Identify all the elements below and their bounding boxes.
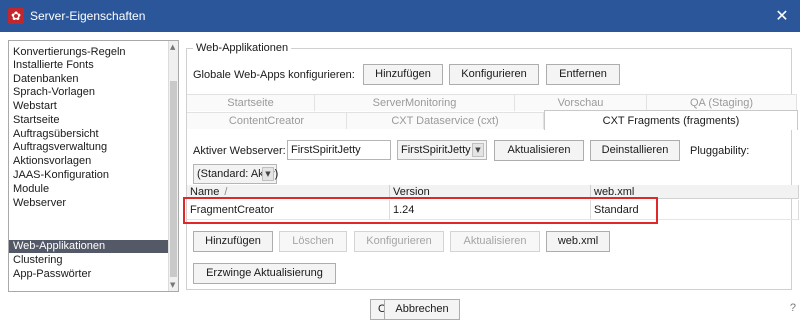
sidebar-item-web-applikationen[interactable]: Web-Applikationen — [9, 240, 169, 253]
active-webserver-field[interactable]: FirstSpiritJetty — [287, 140, 391, 160]
webxml-button[interactable]: web.xml — [546, 231, 610, 252]
scrollbar-thumb[interactable] — [170, 81, 177, 277]
delete-webapp-button[interactable]: Löschen — [279, 231, 347, 252]
webserver-select[interactable]: FirstSpiritJetty ▼ — [397, 140, 487, 160]
global-remove-button[interactable]: Entfernen — [546, 64, 620, 85]
sidebar-item-aktionsvorlagen[interactable]: Aktionsvorlagen — [9, 155, 169, 168]
chevron-down-icon[interactable]: ▼ — [262, 167, 274, 181]
tab-startseite[interactable]: Startseite — [187, 94, 315, 111]
group-legend: Web-Applikationen — [193, 42, 292, 54]
sidebar-item-clustering[interactable]: Clustering — [9, 254, 169, 267]
update-webserver-button[interactable]: Aktualisieren — [494, 140, 584, 161]
sidebar-item-sprach-vorlagen[interactable]: Sprach-Vorlagen — [9, 86, 169, 99]
webserver-select-value: FirstSpiritJetty — [401, 144, 471, 156]
sidebar-item-app-passwoerter[interactable]: App-Passwörter — [9, 268, 169, 281]
sidebar-list[interactable]: Konvertierungs-Regeln Installierte Fonts… — [8, 40, 179, 292]
global-add-button[interactable]: Hinzufügen — [363, 64, 443, 85]
pluggability-label: Pluggability: — [690, 145, 750, 157]
sidebar-item-konvertierungs-regeln[interactable]: Konvertierungs-Regeln — [9, 46, 169, 59]
sidebar-item-auftragsverwaltung[interactable]: Auftragsverwaltung — [9, 141, 169, 154]
sidebar-item-webserver[interactable]: Webserver — [9, 197, 169, 210]
add-webapp-button[interactable]: Hinzufügen — [193, 231, 273, 252]
force-update-button[interactable]: Erzwinge Aktualisierung — [193, 263, 336, 284]
sidebar-item-startseite[interactable]: Startseite — [9, 114, 169, 127]
sidebar-item-module[interactable]: Module — [9, 183, 169, 196]
highlight-box — [183, 197, 658, 224]
global-configure-button[interactable]: Konfigurieren — [449, 64, 539, 85]
sidebar-item-installierte-fonts[interactable]: Installierte Fonts — [9, 59, 169, 72]
tab-cxt-fragments[interactable]: CXT Fragments (fragments) — [544, 110, 798, 130]
configure-webapp-button[interactable]: Konfigurieren — [354, 231, 444, 252]
sidebar-item-auftragsuebersicht[interactable]: Auftragsübersicht — [9, 128, 169, 141]
update-webapp-button[interactable]: Aktualisieren — [450, 231, 540, 252]
sidebar-scrollbar[interactable]: ▲ ▼ — [168, 41, 178, 291]
window-title: Server-Eigenschaften — [30, 9, 146, 23]
app-icon: ✿ — [8, 8, 24, 24]
scroll-down-icon[interactable]: ▼ — [170, 281, 175, 289]
tab-contentcreator[interactable]: ContentCreator — [187, 112, 347, 129]
close-icon[interactable]: ✕ — [764, 0, 800, 32]
tab-cxt-dataservice[interactable]: CXT Dataservice (cxt) — [347, 112, 544, 129]
tab-qa-staging[interactable]: QA (Staging) — [647, 94, 797, 111]
chevron-down-icon[interactable]: ▼ — [472, 143, 484, 157]
tab-vorschau[interactable]: Vorschau — [515, 94, 647, 111]
global-config-label: Globale Web-Apps konfigurieren: — [193, 69, 355, 81]
sidebar-item-datenbanken[interactable]: Datenbanken — [9, 73, 169, 86]
pluggability-select[interactable]: (Standard: Aktiv) ▼ — [193, 164, 278, 184]
title-bar: ✿ Server-Eigenschaften ✕ — [0, 0, 800, 32]
uninstall-button[interactable]: Deinstallieren — [590, 140, 680, 161]
active-webserver-label: Aktiver Webserver: — [193, 145, 286, 157]
cancel-button[interactable]: Abbrechen — [384, 299, 460, 320]
help-icon[interactable]: ? — [790, 302, 796, 314]
tab-servermonitoring[interactable]: ServerMonitoring — [315, 94, 515, 111]
sidebar-item-webstart[interactable]: Webstart — [9, 100, 169, 113]
scroll-up-icon[interactable]: ▲ — [170, 43, 175, 51]
sidebar-item-jaas-konfiguration[interactable]: JAAS-Konfiguration — [9, 169, 169, 182]
